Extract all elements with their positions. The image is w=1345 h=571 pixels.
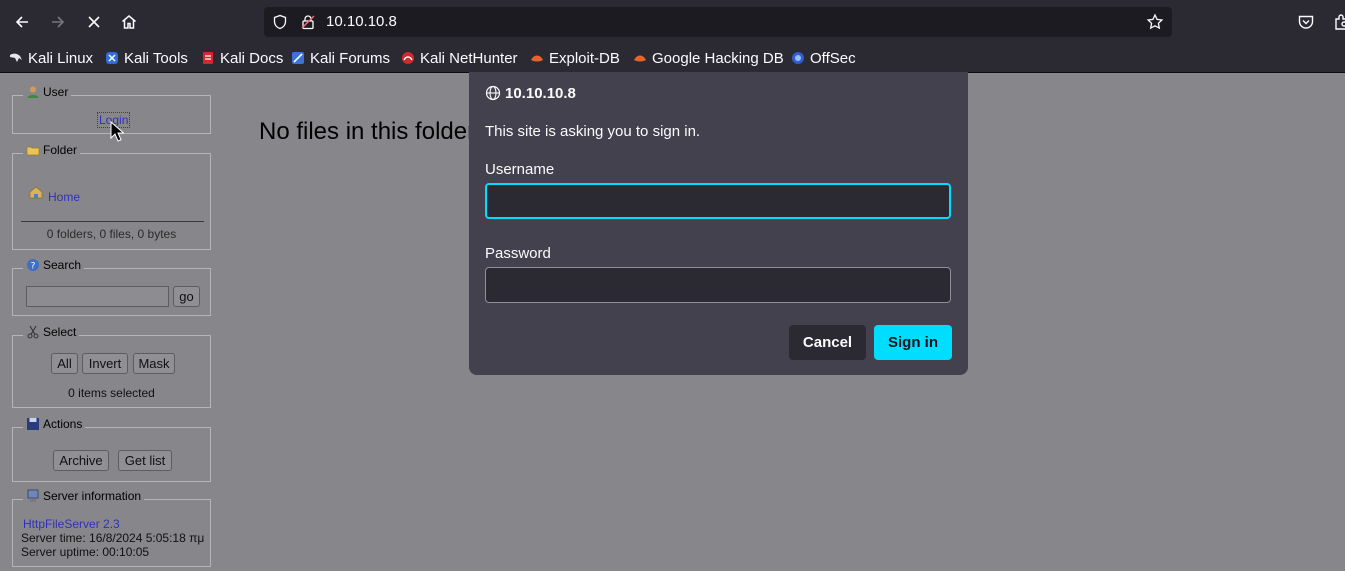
kali-dragon-icon — [10, 53, 22, 62]
bookmark-label: Kali Linux — [28, 49, 94, 67]
select-legend: Select — [23, 325, 80, 339]
pocket-icon[interactable] — [1297, 13, 1315, 31]
ghdb-icon — [634, 55, 646, 62]
kali-tools-icon — [106, 52, 118, 64]
invert-button[interactable]: Invert — [82, 353, 128, 374]
bookmark-kali-nethunter[interactable]: Kali NetHunter — [401, 48, 518, 68]
url-text[interactable]: 10.10.10.8 — [326, 13, 397, 30]
folder-icon — [26, 146, 40, 156]
bookmark-label: OffSec — [810, 49, 856, 67]
arrow-right-icon — [52, 16, 65, 28]
hfs-version-link[interactable]: HttpFileServer 2.3 — [23, 517, 120, 531]
browser-toolbar: 10.10.10.8 — [0, 0, 1345, 44]
username-label: Username — [485, 161, 555, 178]
kali-forums-icon — [292, 52, 304, 64]
globe-icon — [485, 85, 501, 101]
insecure-lock-icon[interactable] — [300, 14, 316, 30]
bookmark-label: Kali Tools — [124, 49, 188, 67]
forward-button[interactable] — [46, 10, 70, 34]
svg-text:?: ? — [31, 262, 36, 272]
search-legend: ? Search — [23, 258, 85, 272]
bookmark-google-hacking-db[interactable]: Google Hacking DB — [633, 48, 784, 68]
exploitdb-icon — [531, 55, 543, 62]
cancel-button[interactable]: Cancel — [789, 325, 866, 360]
server-time: Server time: 16/8/2024 5:05:18 πμ — [21, 531, 205, 545]
empty-folder-message: No files in this folder — [259, 118, 476, 145]
arrow-left-icon — [15, 16, 28, 28]
get-list-button[interactable]: Get list — [118, 450, 172, 471]
stop-button[interactable] — [82, 10, 106, 34]
user-icon — [27, 86, 39, 98]
server-icon — [27, 489, 39, 502]
bookmark-label: Google Hacking DB — [652, 49, 784, 67]
bookmark-kali-tools[interactable]: Kali Tools — [105, 48, 188, 68]
star-icon[interactable] — [1146, 13, 1164, 31]
scissors-icon — [27, 325, 39, 339]
save-icon — [27, 418, 39, 430]
dialog-message: This site is asking you to sign in. — [485, 123, 701, 140]
home-button[interactable] — [117, 10, 141, 34]
bookmark-kali-linux[interactable]: Kali Linux — [9, 48, 93, 68]
server-info-panel: Server information HttpFileServer 2.3 Se… — [12, 489, 211, 567]
shield-icon[interactable] — [272, 14, 288, 30]
folder-summary: 0 folders, 0 files, 0 bytes — [46, 227, 177, 241]
home-icon — [122, 15, 136, 29]
extensions-icon[interactable] — [1333, 13, 1345, 31]
bookmark-label: Kali NetHunter — [420, 49, 518, 67]
bookmarks-bar: Kali Linux Kali Tools Kali Docs Kali For… — [0, 44, 1345, 73]
back-button[interactable] — [10, 10, 34, 34]
auth-dialog: 10.10.10.8 This site is asking you to si… — [469, 72, 968, 375]
select-panel: Select All Invert Mask 0 items selected — [12, 325, 211, 408]
bookmark-exploit-db[interactable]: Exploit-DB — [530, 48, 620, 68]
folder-panel: Folder Home 0 folders, 0 files, 0 bytes — [12, 143, 211, 250]
mask-button[interactable]: Mask — [133, 353, 175, 374]
selection-status: 0 items selected — [68, 386, 155, 400]
folder-divider — [21, 221, 204, 222]
search-go-button[interactable]: go — [173, 286, 200, 307]
offsec-icon — [792, 52, 804, 64]
bookmark-offsec[interactable]: OffSec — [791, 48, 856, 68]
bookmark-kali-docs[interactable]: Kali Docs — [201, 48, 283, 68]
dialog-host: 10.10.10.8 — [505, 85, 576, 102]
bookmark-label: Kali Forums — [310, 49, 391, 67]
password-input[interactable] — [485, 267, 951, 303]
help-icon: ? — [27, 259, 39, 272]
folder-legend: Folder — [23, 143, 81, 157]
user-legend: User — [23, 85, 72, 99]
bookmark-label: Exploit-DB — [549, 49, 620, 67]
url-bar[interactable]: 10.10.10.8 — [264, 7, 1172, 37]
bookmark-kali-forums[interactable]: Kali Forums — [291, 48, 390, 68]
home-link[interactable]: Home — [48, 190, 80, 204]
search-panel: ? Search go — [12, 258, 211, 316]
nethunter-icon — [402, 52, 414, 64]
sign-in-button[interactable]: Sign in — [874, 325, 952, 360]
close-icon — [88, 16, 100, 28]
archive-button[interactable]: Archive — [53, 450, 109, 471]
username-input[interactable] — [485, 183, 951, 219]
search-input[interactable] — [26, 286, 169, 307]
password-label: Password — [485, 245, 551, 262]
actions-legend: Actions — [23, 417, 86, 431]
server-uptime: Server uptime: 00:10:05 — [21, 545, 150, 559]
bookmark-label: Kali Docs — [220, 49, 284, 67]
kali-docs-icon — [203, 52, 213, 64]
select-all-button[interactable]: All — [51, 353, 78, 374]
mouse-cursor-icon — [110, 121, 124, 142]
home-folder-icon — [29, 186, 43, 199]
server-legend: Server information — [23, 489, 145, 503]
actions-panel: Actions Archive Get list — [12, 417, 211, 482]
